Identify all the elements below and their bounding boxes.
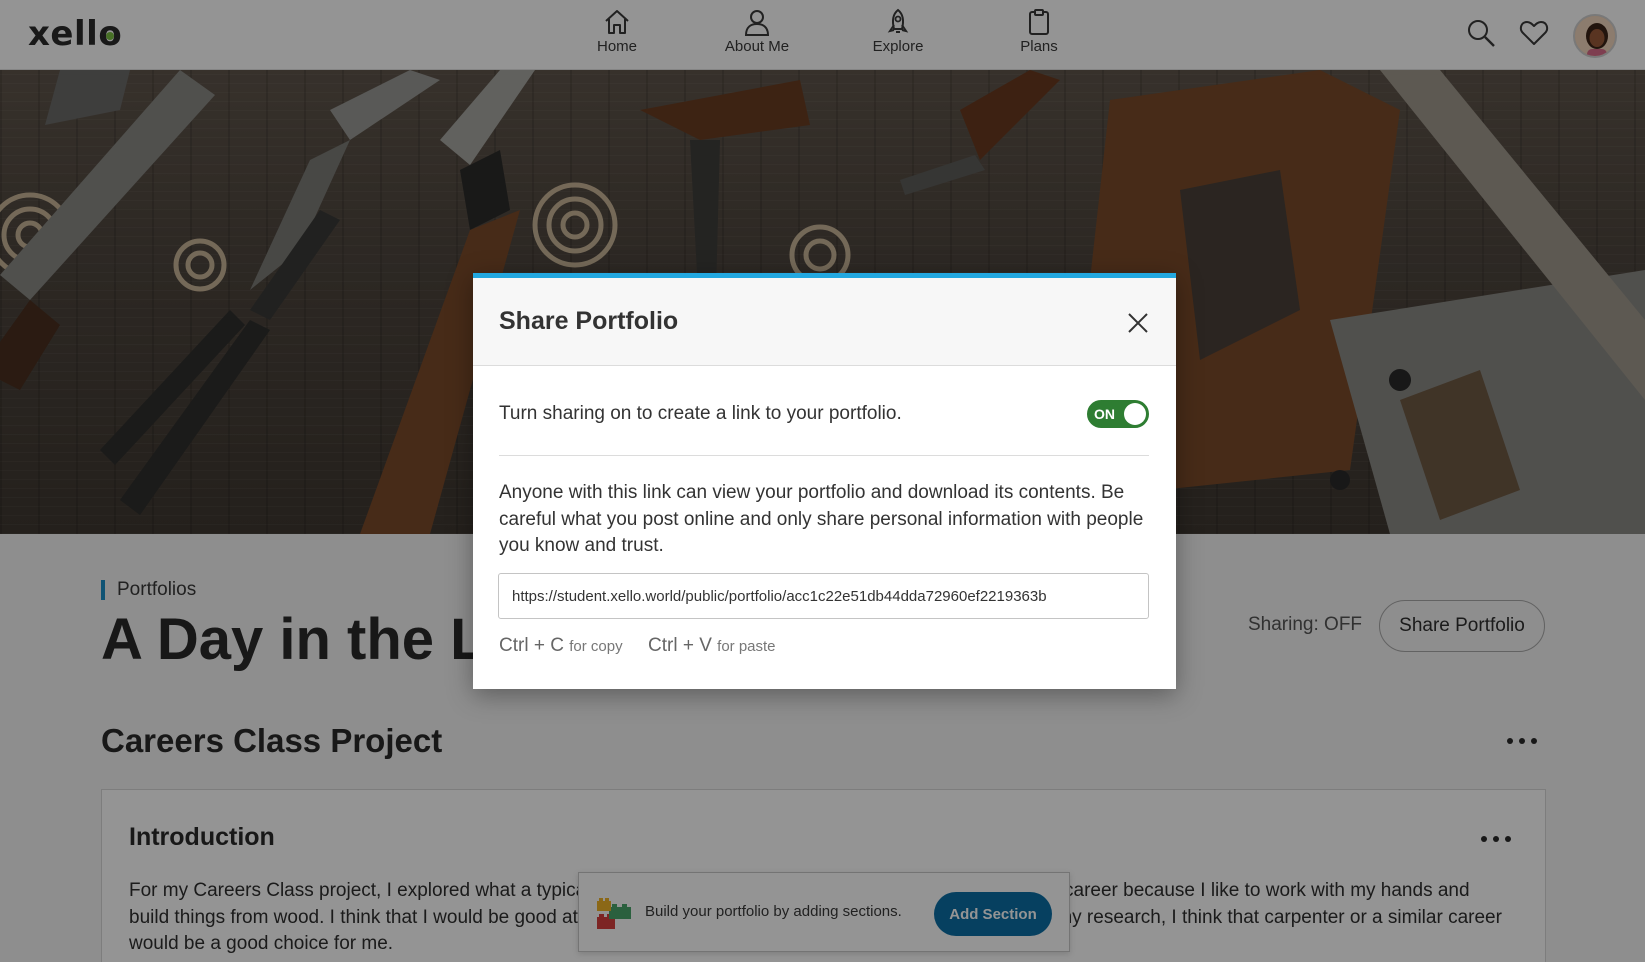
- copy-hint-text: for copy: [569, 638, 623, 655]
- share-portfolio-modal: Share Portfolio Turn sharing on to creat…: [473, 273, 1176, 689]
- sharing-toggle-label: Turn sharing on to create a link to your…: [499, 403, 902, 424]
- modal-header: Share Portfolio: [473, 278, 1176, 366]
- toggle-state-label: ON: [1094, 406, 1115, 422]
- sharing-warning-text: Anyone with this link can view your port…: [499, 482, 1144, 556]
- paste-shortcut: Ctrl + V: [648, 635, 712, 656]
- share-link-field[interactable]: [498, 573, 1149, 619]
- sharing-toggle[interactable]: ON: [1087, 400, 1149, 428]
- divider: [499, 455, 1149, 456]
- toggle-knob: [1124, 403, 1146, 425]
- paste-hint-text: for paste: [717, 638, 776, 655]
- copy-shortcut: Ctrl + C: [499, 635, 564, 656]
- copy-hint: Ctrl + C for copy: [499, 635, 623, 657]
- paste-hint: Ctrl + V for paste: [648, 635, 776, 657]
- modal-title: Share Portfolio: [499, 307, 679, 335]
- close-icon[interactable]: [1126, 311, 1150, 335]
